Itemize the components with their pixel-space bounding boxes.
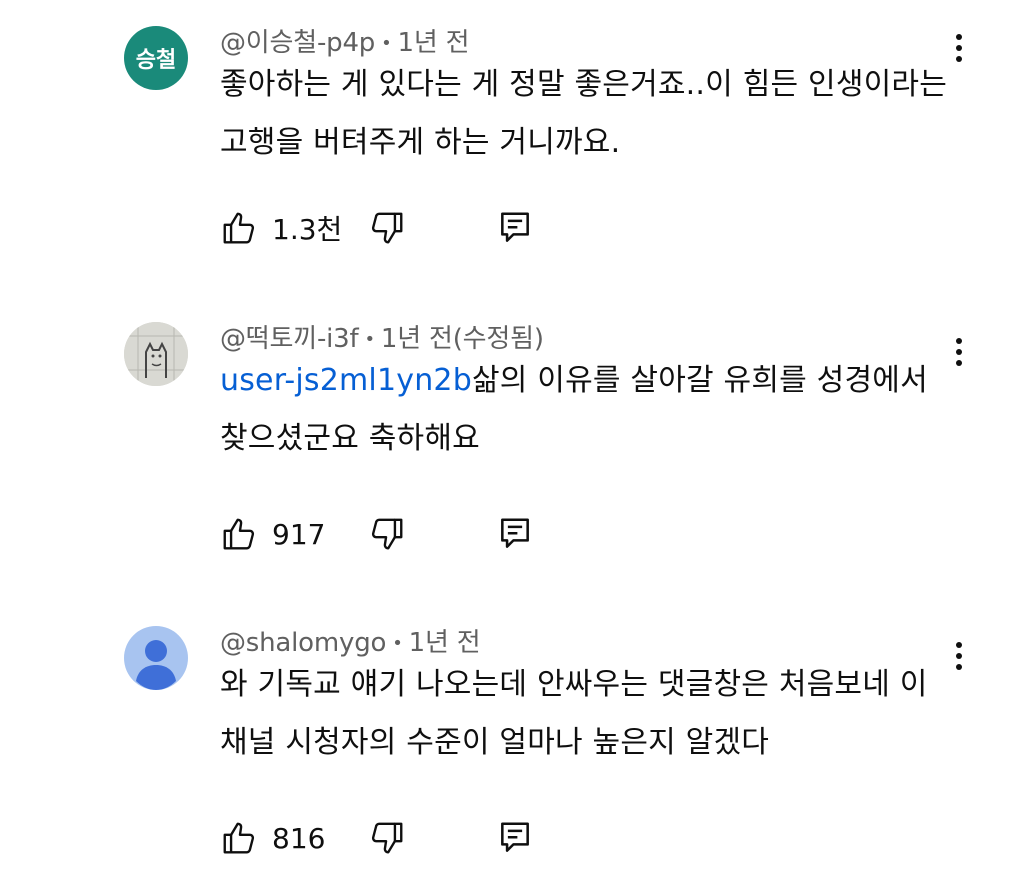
- thumbs-down-icon: [368, 515, 406, 553]
- author-name[interactable]: @shalomygo: [220, 628, 386, 658]
- thumbs-down-icon: [368, 209, 406, 247]
- comment-actions: 816: [220, 816, 550, 860]
- comment-time[interactable]: 1년 전: [409, 628, 481, 658]
- mention-link[interactable]: user-js2ml1yn2b: [220, 363, 472, 398]
- reply-comment-icon: [496, 819, 534, 857]
- like-count: 1.3천: [272, 213, 343, 246]
- reply-comment-icon: [496, 209, 534, 247]
- thumbs-up-icon: [220, 819, 258, 857]
- avatar[interactable]: [124, 626, 188, 690]
- comment-actions: 1.3천: [220, 206, 550, 250]
- comment-text: 와 기독교 얘기 나오는데 안싸우는 댓글창은 처음보네 이 채널 시청자의 수…: [220, 656, 955, 772]
- comment-body: 좋아하는 게 있다는 게 정말 좋은거죠..이 힘든 인생이라는 고행을 버텨주…: [220, 67, 948, 160]
- comment-meta: @shalomygo • 1년 전: [220, 622, 481, 659]
- like-button[interactable]: 816: [220, 816, 325, 860]
- author-name[interactable]: @이승철-p4p: [220, 28, 375, 58]
- dislike-button[interactable]: [368, 512, 406, 556]
- comment-actions: 917: [220, 512, 550, 556]
- reply-button[interactable]: [496, 512, 534, 556]
- like-count: 917: [272, 517, 326, 551]
- default-person-avatar: [124, 626, 188, 690]
- comment-body: 와 기독교 얘기 나오는데 안싸우는 댓글창은 처음보네 이 채널 시청자의 수…: [220, 667, 928, 760]
- dislike-button[interactable]: [368, 816, 406, 860]
- comment-time[interactable]: 1년 전(수정됨): [381, 324, 544, 354]
- dislike-button[interactable]: [368, 206, 406, 250]
- thumbs-up-icon: [220, 515, 258, 553]
- thumbs-up-icon: [220, 209, 258, 247]
- comment-meta: @이승철-p4p • 1년 전: [220, 22, 470, 59]
- like-button[interactable]: 917: [220, 512, 325, 556]
- reply-button[interactable]: [496, 816, 534, 860]
- meta-separator: •: [364, 329, 375, 350]
- comment-text: user-js2ml1yn2b삶의 이유를 살아갈 유희를 성경에서 찾으셨군요…: [220, 352, 955, 468]
- comment-time[interactable]: 1년 전: [398, 28, 470, 58]
- meta-separator: •: [381, 33, 392, 54]
- meta-separator: •: [392, 633, 403, 654]
- like-count: 816: [272, 821, 326, 855]
- cat-sketch-avatar: [124, 322, 188, 386]
- reply-button[interactable]: [496, 206, 534, 250]
- avatar[interactable]: [124, 322, 188, 386]
- reply-comment-icon: [496, 515, 534, 553]
- avatar[interactable]: 승철: [124, 26, 188, 90]
- like-button[interactable]: 1.3천: [220, 206, 342, 250]
- avatar-initials: 승철: [135, 48, 177, 73]
- author-name[interactable]: @떡토끼-i3f: [220, 324, 359, 354]
- thumbs-down-icon: [368, 819, 406, 857]
- comment-meta: @떡토끼-i3f • 1년 전(수정됨): [220, 318, 544, 355]
- comment-text: 좋아하는 게 있다는 게 정말 좋은거죠..이 힘든 인생이라는 고행을 버텨주…: [220, 56, 955, 172]
